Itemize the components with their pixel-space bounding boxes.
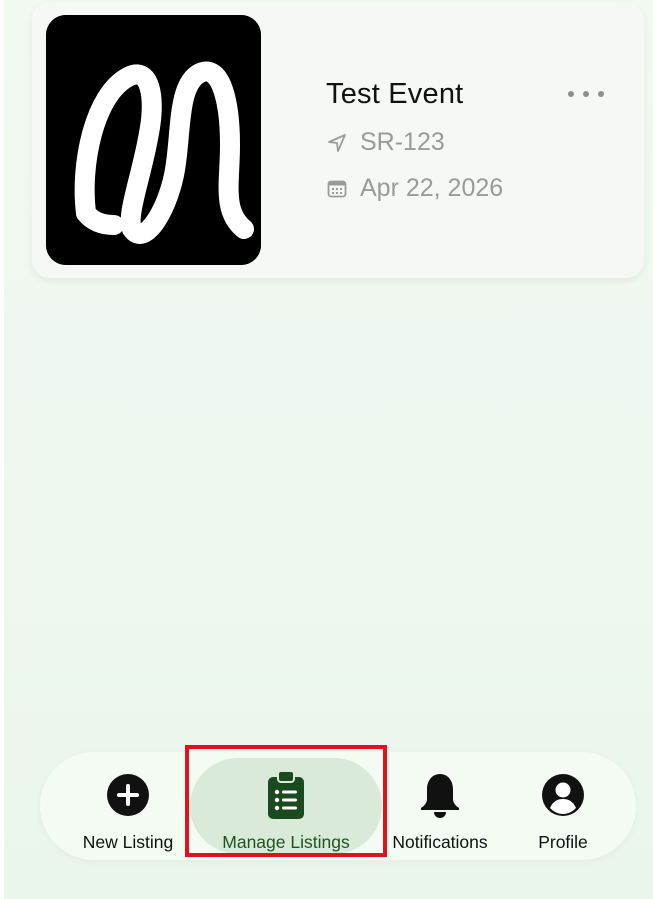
calendar-icon (326, 178, 348, 200)
location-arrow-icon (326, 132, 348, 154)
more-dot (568, 91, 574, 97)
tab-profile[interactable]: Profile (520, 752, 606, 860)
tab-manage-listings-label: Manage Listings (222, 832, 350, 852)
listing-thumbnail[interactable] (46, 15, 261, 265)
more-dot (598, 91, 604, 97)
tab-new-listing[interactable]: New Listing (68, 752, 188, 860)
listing-date: Apr 22, 2026 (360, 174, 504, 202)
listing-title: Test Event (326, 78, 464, 110)
tab-notifications[interactable]: Notifications (380, 752, 500, 860)
listing-code: SR-123 (360, 128, 445, 156)
plus-circle-icon (107, 774, 149, 816)
more-icon[interactable] (568, 84, 604, 104)
brand-logo-icon (46, 15, 261, 265)
clipboard-list-icon (268, 771, 304, 819)
tab-new-listing-label: New Listing (82, 832, 174, 852)
tab-notifications-label: Notifications (392, 832, 488, 852)
more-dot (583, 91, 589, 97)
tab-manage-listings[interactable]: Manage Listings (190, 752, 382, 860)
bell-icon (421, 774, 459, 818)
tab-profile-label: Profile (538, 832, 588, 852)
listing-code-row: SR-123 (326, 128, 445, 157)
profile-icon (542, 774, 584, 816)
listing-date-row: Apr 22, 2026 (326, 174, 503, 203)
